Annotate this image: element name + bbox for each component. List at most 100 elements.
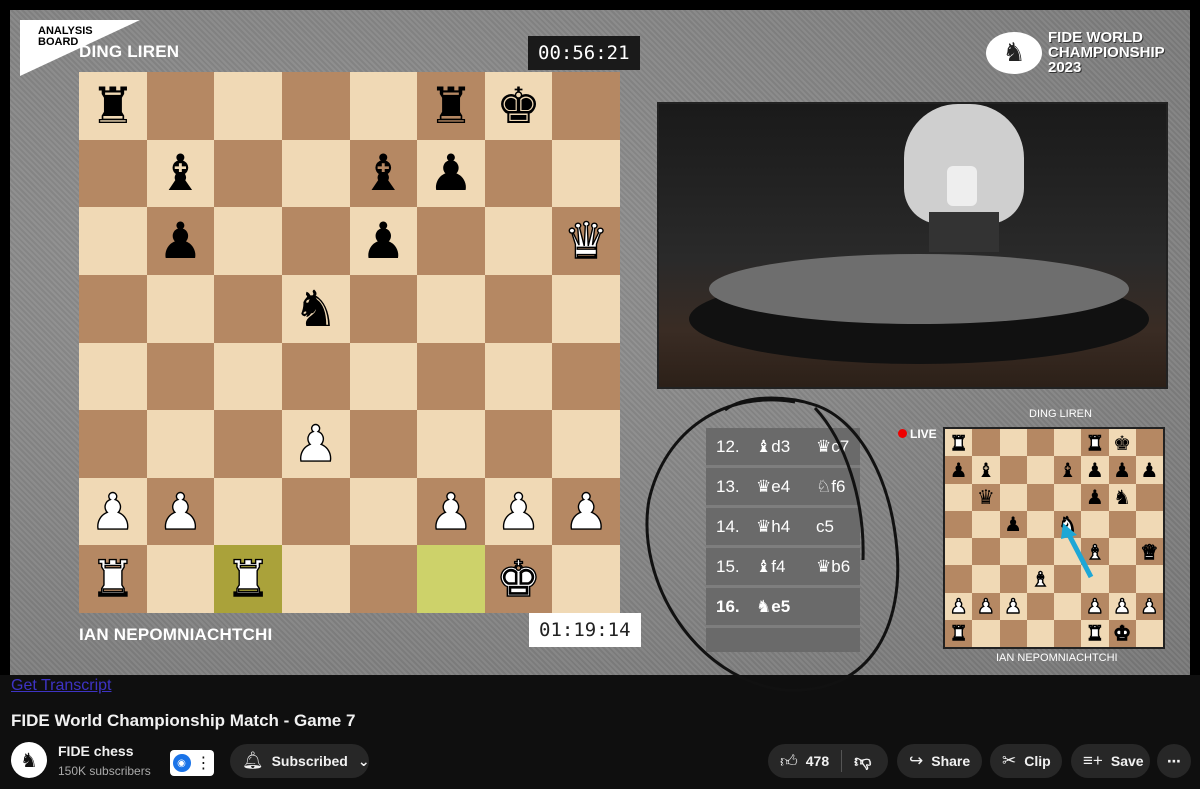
- white-move: ♛h4: [756, 516, 791, 536]
- black-bishop-icon: ♝: [158, 144, 203, 203]
- board-square-e7: ♝: [349, 139, 418, 208]
- like-button[interactable]: 👍︎ 478: [768, 744, 841, 778]
- board-square-c7: [214, 139, 282, 208]
- chess-table: [929, 212, 999, 252]
- mini-square-e8: [1054, 429, 1082, 457]
- chevron-down-icon: ⌄: [357, 752, 370, 769]
- board-square-h4: [552, 342, 620, 411]
- logo-line2: CHAMPIONSHIP: [1048, 44, 1165, 61]
- thumbs-down-icon: 👎︎: [854, 751, 872, 771]
- board-square-e5: [349, 274, 418, 343]
- white-bishop-icon: ♝: [1085, 539, 1104, 564]
- board-square-h3: [552, 410, 620, 478]
- board-square-e3: [349, 410, 418, 478]
- mini-square-d6: [1026, 483, 1054, 511]
- mini-square-a6: [945, 483, 973, 511]
- mini-square-c2: ♟: [999, 592, 1027, 620]
- more-actions-button[interactable]: ⋯: [1157, 744, 1191, 778]
- mini-square-b8: [972, 429, 1000, 457]
- board-square-d7: [281, 139, 350, 208]
- black-pawn-icon: ♟: [1085, 485, 1104, 510]
- mini-square-b5: [972, 510, 1000, 538]
- video-player[interactable]: ANALYSIS BOARD DING LIREN 00:56:21 IAN N…: [0, 0, 1200, 692]
- board-square-c5: [214, 274, 282, 343]
- mini-square-f2: ♟: [1081, 592, 1109, 620]
- board-square-d2: [281, 477, 350, 546]
- black-move: ♘f6: [816, 476, 846, 496]
- board-square-b8: [146, 72, 215, 140]
- live-dot-icon: [898, 429, 907, 438]
- mini-square-f1: ♜: [1081, 619, 1109, 647]
- white-rook-icon: ♜: [949, 621, 968, 646]
- channel-name[interactable]: FIDE chess: [58, 743, 133, 759]
- mini-square-b1: [972, 619, 1000, 647]
- white-king-icon: ♚: [495, 550, 541, 609]
- save-button[interactable]: ≡+ Save: [1071, 744, 1150, 778]
- board-square-a4: [79, 342, 147, 411]
- clip-button[interactable]: ✂ Clip: [990, 744, 1062, 778]
- stage-top: [709, 254, 1129, 324]
- move-number: 13.: [716, 476, 740, 496]
- board-square-g1: ♚: [484, 545, 553, 613]
- badge-line2: BOARD: [38, 36, 79, 48]
- white-pawn-icon: ♟: [90, 482, 136, 541]
- mini-top-player-name: DING LIREN: [1029, 408, 1092, 420]
- top-player-clock: 00:56:21: [528, 36, 640, 70]
- mini-square-g4: [1108, 538, 1136, 566]
- clip-label: Clip: [1024, 753, 1051, 769]
- mini-square-h2: ♟: [1135, 592, 1163, 620]
- board-square-a7: [79, 139, 147, 208]
- black-pawn-icon: ♟: [158, 212, 203, 271]
- board-square-h1: [552, 545, 620, 613]
- share-button[interactable]: ↪ Share: [897, 744, 982, 778]
- channel-avatar[interactable]: ♞: [11, 742, 47, 778]
- board-square-f2: ♟: [417, 477, 485, 546]
- white-rook-icon: ♜: [90, 550, 136, 609]
- top-player-name: DING LIREN: [79, 42, 180, 61]
- video-frame: ANALYSIS BOARD DING LIREN 00:56:21 IAN N…: [10, 10, 1190, 692]
- board-square-h5: [552, 274, 620, 343]
- white-queen-icon: ♛: [563, 212, 609, 271]
- move-row: 13. ♛e4 ♘f6: [706, 468, 860, 508]
- mini-square-a7: ♟: [945, 456, 973, 484]
- seated-player: [947, 166, 977, 206]
- mini-square-g3: [1108, 565, 1136, 593]
- board-square-b7: ♝: [146, 139, 215, 208]
- more-vertical-icon: ⋮: [195, 755, 212, 772]
- board-square-a6: [79, 207, 147, 275]
- bell-icon: 🔔︎: [242, 751, 264, 770]
- move-row: 14. ♛h4 c5: [706, 508, 860, 548]
- white-bishop-icon: ♝: [1031, 566, 1050, 591]
- board-square-f1: [417, 545, 485, 613]
- black-knight-icon: ♞: [293, 279, 339, 338]
- mini-square-h8: [1135, 429, 1163, 457]
- subscribed-button[interactable]: 🔔︎ Subscribed ⌄: [230, 744, 370, 778]
- board-square-b5: [146, 274, 215, 343]
- board-square-g3: [484, 410, 553, 478]
- mini-square-e4: [1054, 538, 1082, 566]
- board-square-e2: [349, 477, 418, 546]
- mini-square-b6: ♛: [972, 483, 1000, 511]
- mini-square-b3: [972, 565, 1000, 593]
- bottom-player-name: IAN NEPOMNIACHTCHI: [79, 625, 273, 644]
- board-square-e6: ♟: [349, 207, 418, 275]
- mini-square-c6: [999, 483, 1027, 511]
- mini-square-h5: [1135, 510, 1163, 538]
- move-number: 15.: [716, 556, 740, 576]
- thumbs-up-icon: 👍︎: [780, 751, 798, 771]
- fide-knight-icon: ♞: [986, 31, 1042, 74]
- dislike-button[interactable]: 👎︎: [842, 744, 883, 778]
- black-pawn-icon: ♟: [360, 212, 406, 271]
- move-number: 16.: [716, 596, 740, 616]
- black-rook-icon: ♜: [90, 76, 136, 135]
- board-square-c1: ♜: [214, 545, 282, 613]
- analysis-chess-board: ♜ ♜ ♚ ♝ ♝ ♟ ♟ ♟ ♛ ♞ ♟ ♟ ♟ ♟ ♟ ♟ ♜ ♜ ♚: [79, 72, 620, 613]
- board-square-d3: ♟: [281, 410, 350, 478]
- mini-square-f6: ♟: [1081, 483, 1109, 511]
- mini-square-a1: ♜: [945, 619, 973, 647]
- channel-membership-button[interactable]: ◉ ⋮: [170, 750, 214, 776]
- get-transcript-link[interactable]: Get Transcript: [11, 677, 111, 695]
- black-rook-icon: ♜: [428, 76, 474, 135]
- black-bishop-icon: ♝: [976, 457, 995, 482]
- move-row: 15. ♝f4 ♛b6: [706, 548, 860, 588]
